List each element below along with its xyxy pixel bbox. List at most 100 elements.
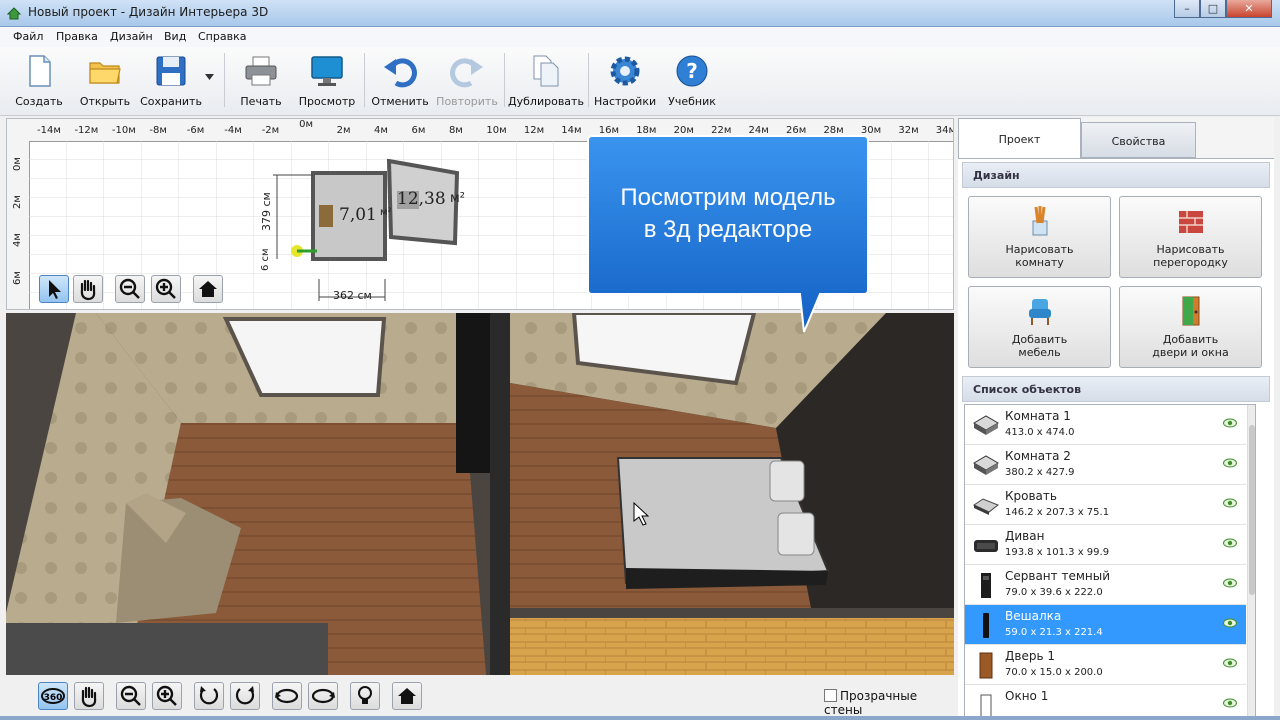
object-name: Сервант темный (1005, 569, 1110, 583)
undo-icon (384, 58, 417, 88)
object-name: Дверь 1 (1005, 649, 1055, 663)
menu-design[interactable]: Дизайн (110, 30, 153, 43)
menu-help[interactable]: Справка (198, 30, 246, 43)
object-dims: 79.0 x 39.6 x 222.0 (1005, 587, 1103, 598)
tooltip-callout: Посмотрим модель в 3д редакторе (586, 134, 870, 333)
list-item-bed[interactable]: Кровать 146.2 x 207.3 x 75.1 (965, 485, 1246, 525)
open-button[interactable]: Открыть (76, 51, 134, 111)
eye-icon[interactable] (1223, 538, 1237, 548)
gear-icon (610, 56, 640, 86)
tilt-up-button[interactable] (272, 682, 302, 710)
duplicate-button[interactable]: Дублировать (508, 51, 584, 111)
draw-room-button[interactable]: Нарисовать комнату (968, 196, 1111, 278)
create-button[interactable]: Создать (10, 51, 68, 111)
lighting-button[interactable] (350, 682, 380, 710)
list-item-door-1[interactable]: Дверь 1 70.0 x 15.0 x 200.0 (965, 645, 1246, 685)
toolbar-separator (364, 53, 365, 107)
undo-button[interactable]: Отменить (370, 51, 430, 111)
transparent-walls-checkbox[interactable] (824, 689, 837, 702)
object-name: Комната 1 (1005, 409, 1071, 423)
eye-icon[interactable] (1223, 698, 1237, 708)
list-item-hanger[interactable]: Вешалка 59.0 x 21.3 x 221.4 (965, 605, 1246, 645)
ruler-left-tick-label: 2м (12, 195, 23, 209)
ruler-top-tick-label: 4м (374, 125, 388, 136)
tab-project[interactable]: Проект (958, 118, 1081, 158)
list-item-sofa[interactable]: Диван 193.8 x 101.3 x 99.9 (965, 525, 1246, 565)
menu-view[interactable]: Вид (164, 30, 186, 43)
zoom-out-3d-button[interactable] (116, 682, 146, 710)
tab-properties[interactable]: Свойства (1081, 122, 1196, 158)
save-button[interactable]: Сохранить (140, 51, 202, 111)
object-dims: 146.2 x 207.3 x 75.1 (1005, 507, 1110, 518)
rotate-right-button[interactable] (230, 682, 260, 710)
close-button[interactable]: ✕ (1226, 0, 1272, 18)
add-furniture-button[interactable]: Добавить мебель (968, 286, 1111, 368)
eye-icon[interactable] (1223, 578, 1237, 588)
home-3d-button[interactable] (392, 682, 422, 710)
list-item-window-1[interactable]: Окно 1 (965, 685, 1246, 717)
eye-icon[interactable] (1223, 498, 1237, 508)
list-item-room-1[interactable]: Комната 1 413.0 x 474.0 (965, 405, 1246, 445)
pan-3d-button[interactable] (74, 682, 104, 710)
ruler-top-tick-label: 12м (523, 125, 545, 136)
menu-file[interactable]: Файл (13, 30, 43, 43)
ruler-left-tick-label: 4м (12, 233, 23, 247)
tutorial-button[interactable]: ? Учебник (664, 51, 720, 111)
pan-tool-button[interactable] (73, 275, 103, 303)
zoom-in-button[interactable] (151, 275, 181, 303)
eye-icon[interactable] (1223, 418, 1237, 428)
toolbar-separator (588, 53, 589, 107)
eye-icon[interactable] (1223, 658, 1237, 668)
print-button[interactable]: Печать (234, 51, 288, 111)
door-icon (979, 652, 993, 679)
object-name: Диван (1005, 529, 1045, 543)
hand-icon (80, 279, 96, 301)
armchair-icon (1028, 299, 1051, 325)
title-bar: Новый проект - Дизайн Интерьера 3D – □ ✕ (0, 0, 1280, 27)
dim-small-label: 6 см (260, 248, 271, 271)
transparent-walls-toggle[interactable]: Прозрачные стены (824, 689, 954, 717)
brick-wall-icon (1178, 211, 1203, 233)
draw-room-label-1: Нарисовать (1005, 243, 1074, 256)
zoom-in-icon (156, 685, 177, 706)
zoom-in-3d-button[interactable] (152, 682, 182, 710)
ruler-top-tick-label: 8м (448, 125, 463, 136)
object-list[interactable]: Комната 1 413.0 x 474.0 Комната 2 380.2 … (964, 404, 1256, 718)
rotate-left-button[interactable] (194, 682, 224, 710)
zoom-out-button[interactable] (115, 275, 145, 303)
tilt-down-button[interactable] (308, 682, 338, 710)
room2-area-label: 12,38 (397, 189, 446, 209)
door-icon (1182, 296, 1199, 326)
window-title: Новый проект - Дизайн Интерьера 3D (28, 5, 269, 19)
3d-view[interactable] (6, 313, 954, 675)
save-dropdown-icon[interactable] (205, 74, 214, 80)
home-view-button[interactable] (193, 275, 223, 303)
menu-edit[interactable]: Правка (56, 30, 98, 43)
window-border (0, 716, 1280, 720)
toolbar: Создать Открыть Сохранить Печать Просмот… (0, 47, 1280, 116)
minimize-button[interactable]: – (1174, 0, 1200, 18)
preview-button[interactable]: Просмотр (296, 51, 358, 111)
list-item-room-2[interactable]: Комната 2 380.2 x 427.9 (965, 445, 1246, 485)
maximize-button[interactable]: □ (1200, 0, 1226, 18)
redo-icon (450, 58, 483, 88)
printer-icon (245, 56, 277, 86)
object-dims: 380.2 x 427.9 (1005, 467, 1075, 478)
3d-scene (6, 313, 954, 675)
scrollbar-thumb[interactable] (1249, 425, 1255, 595)
add-doors-windows-button[interactable]: Добавить двери и окна (1119, 286, 1262, 368)
room1-area-unit: м² (380, 207, 392, 218)
redo-button[interactable]: Повторить (434, 51, 500, 111)
select-tool-button[interactable] (39, 275, 69, 303)
eye-icon[interactable] (1223, 618, 1237, 628)
object-dims: 193.8 x 101.3 x 99.9 (1005, 547, 1110, 558)
eye-icon[interactable] (1223, 458, 1237, 468)
floor-plan[interactable] (257, 159, 487, 309)
preview-label: Просмотр (298, 95, 356, 108)
list-item-dark-cabinet[interactable]: Сервант темный 79.0 x 39.6 x 222.0 (965, 565, 1246, 605)
object-list-scrollbar[interactable] (1247, 405, 1255, 717)
settings-button[interactable]: Настройки (594, 51, 656, 111)
duplicate-icon (533, 55, 559, 87)
rotate-360-button[interactable]: 360 (38, 682, 68, 710)
draw-partition-button[interactable]: Нарисовать перегородку (1119, 196, 1262, 278)
